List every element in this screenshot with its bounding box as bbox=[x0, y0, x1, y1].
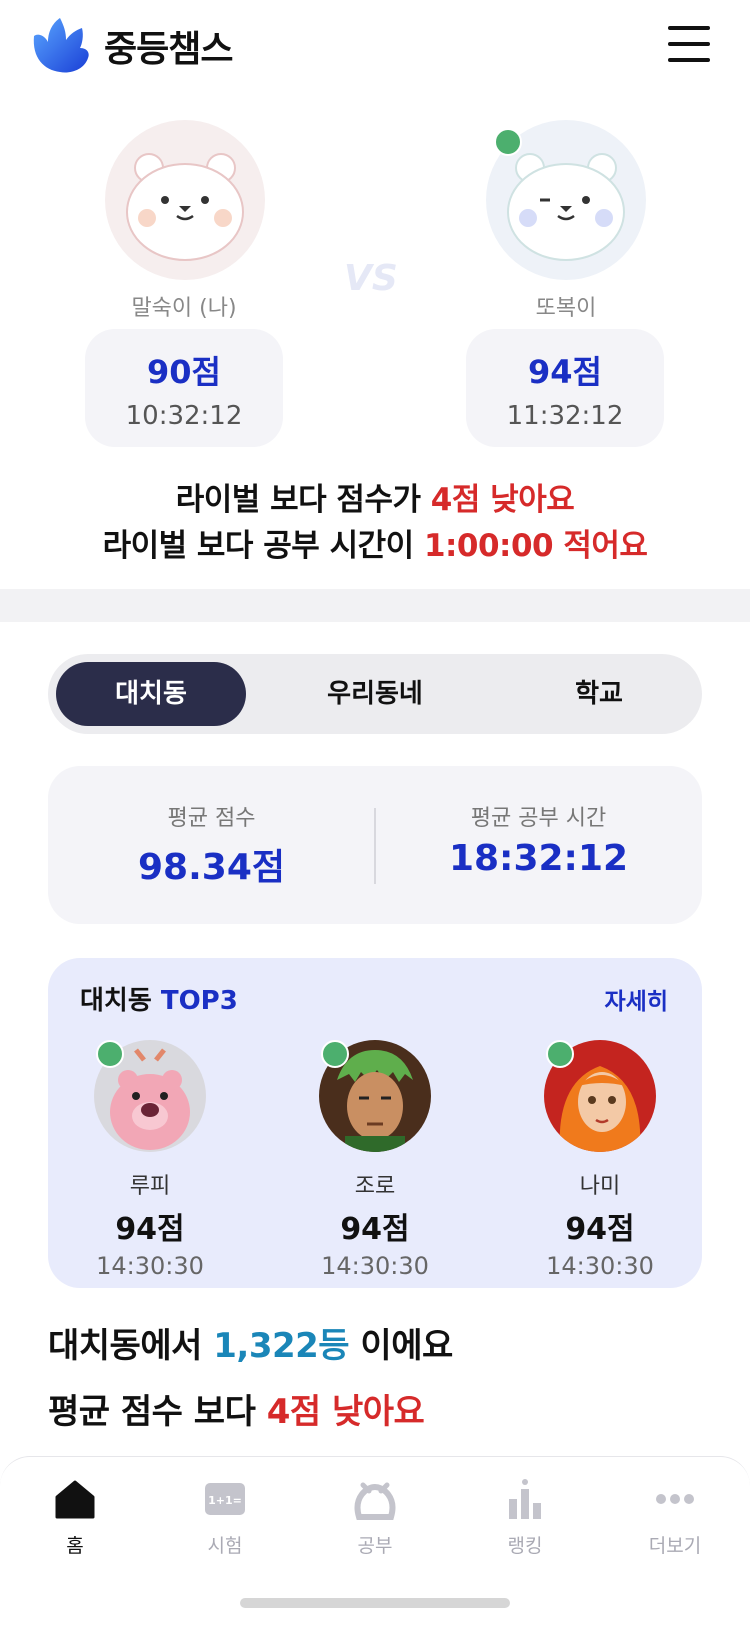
ranker-time: 14:30:30 bbox=[321, 1252, 429, 1280]
average-stats-card: 평균 점수 98.34점 평균 공부 시간 18:32:12 bbox=[48, 766, 702, 924]
region-tabs: 대치동 우리동네 학교 bbox=[48, 654, 702, 734]
home-icon bbox=[55, 1480, 95, 1519]
my-score: 90점 bbox=[147, 353, 221, 391]
online-indicator bbox=[546, 1040, 574, 1068]
ranking-icon bbox=[509, 1479, 541, 1519]
top3-detail-link[interactable]: 자세히 bbox=[605, 982, 668, 1016]
ranker-score: 94점 bbox=[340, 1212, 410, 1247]
tab-school[interactable]: 학교 bbox=[504, 662, 694, 726]
my-avatar bbox=[105, 120, 265, 280]
app-title: 중등챔스 bbox=[104, 29, 233, 70]
my-study-time: 10:32:12 bbox=[125, 401, 243, 431]
more-icon bbox=[656, 1494, 694, 1504]
my-score-card: 90점 10:32:12 bbox=[85, 329, 283, 447]
home-indicator-bar bbox=[240, 1598, 510, 1608]
exam-icon: 1+1= bbox=[205, 1483, 245, 1515]
time-diff-highlight: 1:00:00 적어요 bbox=[423, 528, 648, 564]
section-divider bbox=[0, 589, 750, 622]
score-comparison-text: 라이벌 보다 점수가 4점 낮아요 bbox=[175, 482, 575, 518]
rank-summary-text: 대치동에서 1,322등 이에요 bbox=[48, 1326, 453, 1366]
avg-score-value: 98.34점 bbox=[138, 847, 285, 888]
top3-card: 대치동 TOP3 자세히 루피 94점 14:30:30 조로 94점 14:3… bbox=[48, 958, 702, 1288]
ranker-score: 94점 bbox=[115, 1212, 185, 1247]
rival-score: 94점 bbox=[528, 353, 602, 391]
nav-study[interactable]: 공부 bbox=[300, 1477, 450, 1558]
rank-highlight: 1,322등 bbox=[213, 1326, 350, 1366]
tab-daechi[interactable]: 대치동 bbox=[56, 662, 246, 726]
ranker-item[interactable]: 루피 94점 14:30:30 bbox=[50, 1040, 250, 1280]
nav-ranking[interactable]: 랭킹 bbox=[450, 1477, 600, 1558]
my-name: 말숙이 (나) bbox=[131, 296, 237, 321]
avg-time-value: 18:32:12 bbox=[448, 838, 629, 879]
nav-home[interactable]: 홈 bbox=[0, 1477, 150, 1558]
avg-diff-highlight: 4점 낮아요 bbox=[266, 1392, 425, 1432]
ranker-time: 14:30:30 bbox=[96, 1252, 204, 1280]
rival-name: 또복이 bbox=[535, 296, 597, 321]
nav-exam[interactable]: 1+1= 시험 bbox=[150, 1477, 300, 1558]
ranker-name: 조로 bbox=[354, 1174, 396, 1199]
avg-time-label: 평균 공부 시간 bbox=[470, 806, 607, 831]
score-diff-highlight: 4점 낮아요 bbox=[430, 482, 575, 518]
svg-text:1+1=: 1+1= bbox=[208, 1494, 242, 1507]
avg-compare-text: 평균 점수 보다 4점 낮아요 bbox=[48, 1392, 425, 1432]
time-comparison-text: 라이벌 보다 공부 시간이 1:00:00 적어요 bbox=[102, 528, 648, 564]
ranker-name: 루피 bbox=[129, 1174, 171, 1199]
avg-score-label: 평균 점수 bbox=[167, 806, 256, 831]
online-indicator bbox=[321, 1040, 349, 1068]
online-indicator bbox=[96, 1040, 124, 1068]
vs-label: VS bbox=[344, 258, 398, 299]
top3-title: 대치동 TOP3 bbox=[80, 986, 238, 1016]
ranker-name: 나미 bbox=[579, 1174, 621, 1199]
bear-face-icon bbox=[126, 153, 244, 261]
rival-online-indicator bbox=[494, 128, 522, 156]
tab-neighborhood[interactable]: 우리동네 bbox=[280, 662, 470, 726]
ranker-item[interactable]: 조로 94점 14:30:30 bbox=[275, 1040, 475, 1280]
ranker-time: 14:30:30 bbox=[546, 1252, 654, 1280]
hamburger-menu-icon[interactable] bbox=[668, 24, 710, 64]
rival-study-time: 11:32:12 bbox=[506, 401, 624, 431]
app-logo-icon bbox=[33, 18, 89, 73]
ranker-score: 94점 bbox=[565, 1212, 635, 1247]
rival-score-card: 94점 11:32:12 bbox=[466, 329, 664, 447]
nav-more[interactable]: 더보기 bbox=[600, 1477, 750, 1558]
study-icon bbox=[354, 1482, 396, 1520]
ranker-item[interactable]: 나미 94점 14:30:30 bbox=[500, 1040, 700, 1280]
